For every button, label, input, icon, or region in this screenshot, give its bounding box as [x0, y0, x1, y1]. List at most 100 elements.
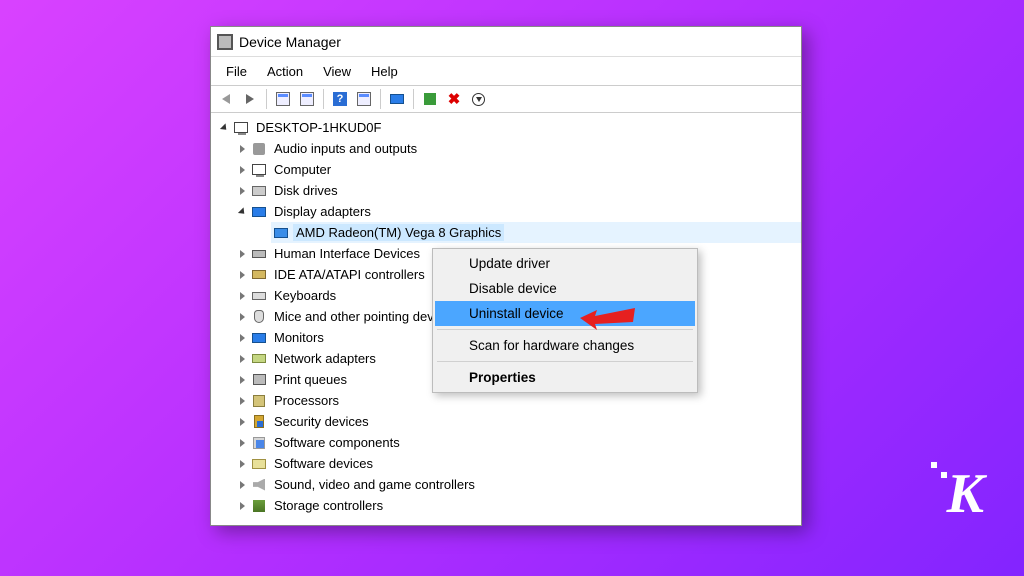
tree-node-audio[interactable]: Audio inputs and outputs [211, 138, 801, 159]
tree-node-disk[interactable]: Disk drives [211, 180, 801, 201]
action-button[interactable] [353, 88, 375, 110]
expander[interactable] [235, 457, 249, 471]
expander[interactable] [235, 184, 249, 198]
context-separator [437, 361, 693, 362]
expander[interactable] [235, 394, 249, 408]
update-icon [472, 93, 485, 106]
expander[interactable] [235, 331, 249, 345]
back-button[interactable] [215, 88, 237, 110]
context-update-driver[interactable]: Update driver [435, 251, 695, 276]
chevron-down-icon [219, 123, 228, 132]
expander[interactable] [235, 289, 249, 303]
printer-icon [251, 372, 267, 388]
ide-icon [251, 267, 267, 283]
arrow-left-icon [222, 94, 230, 104]
help-button[interactable]: ? [329, 88, 351, 110]
tree-node-computer[interactable]: Computer [211, 159, 801, 180]
expander[interactable] [235, 352, 249, 366]
gpu-icon [273, 225, 289, 241]
cpu-icon [251, 393, 267, 409]
enable-icon [424, 93, 436, 105]
chevron-right-icon [240, 271, 245, 279]
show-hide-tree-button[interactable] [272, 88, 294, 110]
tree-node-sound[interactable]: Sound, video and game controllers [211, 474, 801, 495]
context-scan-hardware[interactable]: Scan for hardware changes [435, 333, 695, 358]
tree-node-storage[interactable]: Storage controllers [211, 495, 801, 516]
chevron-right-icon [240, 502, 245, 510]
expander[interactable] [235, 478, 249, 492]
expander[interactable] [235, 373, 249, 387]
keyboard-icon [251, 288, 267, 304]
selected-device-label: AMD Radeon(TM) Vega 8 Graphics [293, 224, 504, 241]
tree-root[interactable]: DESKTOP-1HKUD0F [211, 117, 801, 138]
help-icon: ? [333, 92, 347, 106]
expander[interactable] [235, 163, 249, 177]
disk-icon [251, 183, 267, 199]
window-title: Device Manager [239, 34, 341, 50]
chevron-right-icon [240, 418, 245, 426]
root-label: DESKTOP-1HKUD0F [253, 119, 384, 136]
window-icon [357, 92, 371, 106]
expander[interactable] [235, 142, 249, 156]
chevron-right-icon [240, 145, 245, 153]
expander[interactable] [217, 121, 231, 135]
chevron-right-icon [240, 376, 245, 384]
expander[interactable] [235, 415, 249, 429]
monitor-icon [390, 94, 404, 104]
chevron-right-icon [240, 250, 245, 258]
software-component-icon [251, 435, 267, 451]
context-disable-device[interactable]: Disable device [435, 276, 695, 301]
context-uninstall-device[interactable]: Uninstall device [435, 301, 695, 326]
menu-file[interactable]: File [217, 61, 256, 82]
software-device-icon [251, 456, 267, 472]
expander[interactable] [235, 268, 249, 282]
forward-button[interactable] [239, 88, 261, 110]
tree-node-security[interactable]: Security devices [211, 411, 801, 432]
network-icon [251, 351, 267, 367]
menu-view[interactable]: View [314, 61, 360, 82]
toolbar-separator [413, 89, 414, 109]
properties-icon [300, 92, 314, 106]
tree-node-display[interactable]: Display adapters [211, 201, 801, 222]
tree-node-processors[interactable]: Processors [211, 390, 801, 411]
tree-node-software-components[interactable]: Software components [211, 432, 801, 453]
enable-button[interactable] [419, 88, 441, 110]
app-icon [217, 34, 233, 50]
toolbar: ? ✖ [211, 85, 801, 113]
audio-icon [251, 141, 267, 157]
expander[interactable] [235, 499, 249, 513]
display-icon [251, 204, 267, 220]
disable-button[interactable]: ✖ [443, 88, 465, 110]
properties-button[interactable] [296, 88, 318, 110]
menu-action[interactable]: Action [258, 61, 312, 82]
expander[interactable] [235, 205, 249, 219]
chevron-right-icon [240, 313, 245, 321]
chevron-right-icon [240, 355, 245, 363]
storage-icon [251, 498, 267, 514]
scan-button[interactable] [386, 88, 408, 110]
expander[interactable] [235, 247, 249, 261]
context-separator [437, 329, 693, 330]
titlebar[interactable]: Device Manager [211, 27, 801, 57]
chevron-right-icon [240, 166, 245, 174]
chevron-right-icon [240, 439, 245, 447]
tree-node-gpu[interactable]: AMD Radeon(TM) Vega 8 Graphics [211, 222, 801, 243]
chevron-right-icon [240, 334, 245, 342]
chevron-right-icon [240, 481, 245, 489]
expander[interactable] [235, 436, 249, 450]
computer-icon [251, 162, 267, 178]
chevron-right-icon [240, 187, 245, 195]
context-menu: Update driver Disable device Uninstall d… [432, 248, 698, 393]
watermark-logo: K [947, 462, 984, 526]
update-driver-button[interactable] [467, 88, 489, 110]
menubar: File Action View Help [211, 57, 801, 85]
tree-node-software-devices[interactable]: Software devices [211, 453, 801, 474]
toolbar-separator [266, 89, 267, 109]
toolbar-separator [380, 89, 381, 109]
security-icon [251, 414, 267, 430]
context-properties[interactable]: Properties [435, 365, 695, 390]
expander[interactable] [235, 310, 249, 324]
chevron-right-icon [240, 460, 245, 468]
menu-help[interactable]: Help [362, 61, 407, 82]
chevron-down-icon [237, 207, 246, 216]
